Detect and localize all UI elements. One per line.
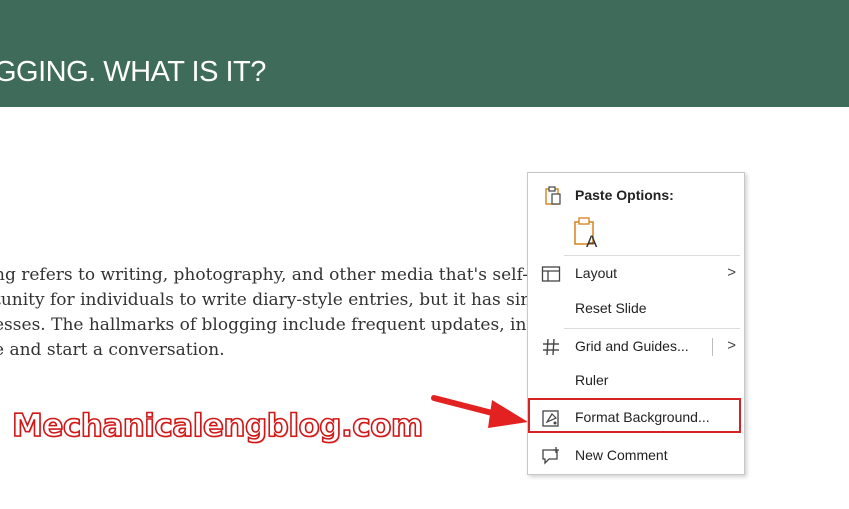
- submenu-divider: [712, 338, 713, 356]
- menu-item-layout[interactable]: Layout >: [528, 259, 744, 287]
- menu-item-reset-slide[interactable]: Reset Slide: [528, 294, 744, 322]
- grid-icon: [543, 338, 559, 356]
- menu-item-label: Layout: [575, 265, 618, 281]
- clipboard-icon: [545, 186, 561, 205]
- paste-keep-text-only-icon[interactable]: A: [573, 216, 601, 248]
- highlight-box: [528, 398, 741, 433]
- menu-item-label: Ruler: [575, 372, 609, 388]
- chevron-right-icon: >: [727, 337, 736, 354]
- menu-item-ruler[interactable]: Ruler: [528, 366, 744, 394]
- menu-item-label: Grid and Guides...: [575, 338, 689, 354]
- paste-options-label: Paste Options:: [575, 187, 674, 203]
- menu-separator: [564, 255, 740, 256]
- slide-header-bar: GGING. WHAT IS IT?: [0, 0, 849, 107]
- chevron-right-icon: >: [727, 264, 736, 281]
- slide-title: GGING. WHAT IS IT?: [0, 56, 266, 88]
- paste-options-header: Paste Options:: [528, 181, 744, 209]
- watermark: Mechanicalengblog.com: [11, 407, 424, 445]
- menu-separator: [564, 328, 740, 329]
- menu-item-new-comment[interactable]: New Comment: [528, 441, 744, 469]
- red-arrow-icon: [431, 395, 528, 428]
- menu-item-grid-and-guides[interactable]: Grid and Guides... >: [528, 332, 744, 360]
- svg-text:A: A: [586, 232, 598, 248]
- new-comment-icon: [542, 447, 559, 465]
- menu-item-label: Reset Slide: [575, 300, 647, 316]
- layout-icon: [541, 266, 561, 282]
- menu-item-label: New Comment: [575, 447, 668, 463]
